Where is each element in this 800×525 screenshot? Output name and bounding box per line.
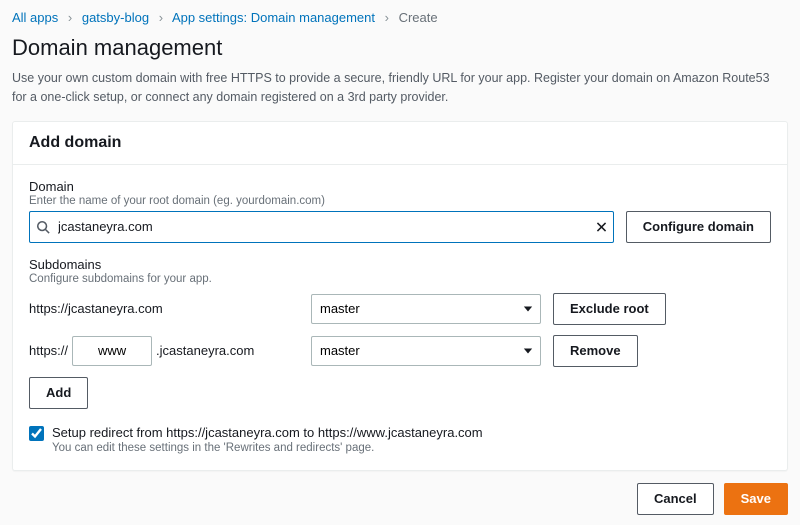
redirect-hint: You can edit these settings in the 'Rewr… [52, 442, 483, 454]
root-domain-text: https://jcastaneyra.com [29, 301, 299, 316]
clear-icon[interactable] [595, 220, 608, 233]
panel-header: Add domain [13, 122, 787, 165]
breadcrumb-sep: › [385, 10, 389, 25]
breadcrumb-section[interactable]: App settings: Domain management [172, 10, 375, 25]
exclude-root-button[interactable]: Exclude root [553, 293, 666, 325]
page-description: Use your own custom domain with free HTT… [12, 69, 772, 107]
add-subdomain-button[interactable]: Add [29, 377, 88, 409]
remove-subdomain-button[interactable]: Remove [553, 335, 638, 367]
domain-suffix-text: .jcastaneyra.com [156, 343, 254, 358]
redirect-checkbox[interactable] [29, 426, 44, 441]
proto-text: https:// [29, 343, 68, 358]
redirect-label: Setup redirect from https://jcastaneyra.… [52, 425, 483, 440]
subdomain-row-root: https://jcastaneyra.com master Exclude r… [29, 293, 771, 325]
footer-actions: Cancel Save [12, 483, 788, 515]
breadcrumb-all-apps[interactable]: All apps [12, 10, 58, 25]
cancel-button[interactable]: Cancel [637, 483, 714, 515]
domain-hint: Enter the name of your root domain (eg. … [29, 195, 771, 207]
subdomains-hint: Configure subdomains for your app. [29, 273, 771, 285]
breadcrumb-app[interactable]: gatsby-blog [82, 10, 149, 25]
panel-title: Add domain [29, 134, 771, 152]
add-domain-panel: Add domain Domain Enter the name of your… [12, 121, 788, 471]
domain-input[interactable] [29, 211, 614, 243]
subdomain-input[interactable] [72, 336, 152, 366]
search-icon [36, 220, 50, 234]
configure-domain-button[interactable]: Configure domain [626, 211, 771, 243]
breadcrumb-current: Create [399, 10, 438, 25]
breadcrumb-sep: › [68, 10, 72, 25]
save-button[interactable]: Save [724, 483, 788, 515]
subdomain-row-www: https:// .jcastaneyra.com master Remove [29, 335, 771, 367]
breadcrumb-sep: › [159, 10, 163, 25]
subdomains-label: Subdomains [29, 257, 771, 272]
breadcrumb: All apps › gatsby-blog › App settings: D… [12, 10, 788, 25]
domain-label: Domain [29, 179, 771, 194]
page-title: Domain management [12, 35, 788, 61]
root-branch-select[interactable]: master [311, 294, 541, 324]
www-branch-select[interactable]: master [311, 336, 541, 366]
